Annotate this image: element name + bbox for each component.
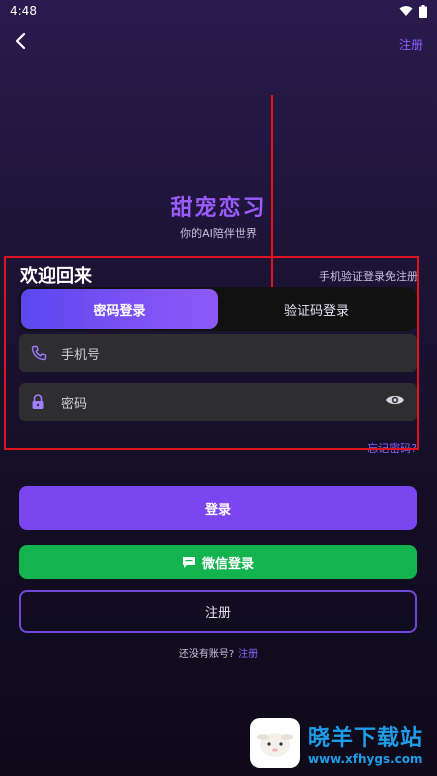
forgot-password-link[interactable]: 忘记密码?	[367, 440, 417, 456]
header-register-link[interactable]: 注册	[399, 36, 423, 53]
status-bar: 4:48	[0, 0, 437, 22]
battery-icon	[419, 4, 427, 18]
tab-code-login[interactable]: 验证码登录	[218, 289, 415, 329]
wechat-login-button[interactable]: 微信登录	[19, 545, 417, 579]
no-account-prompt: 还没有账号? 注册	[0, 645, 437, 660]
lock-icon	[31, 394, 51, 410]
phone-placeholder: 手机号	[61, 347, 101, 363]
wifi-icon	[399, 6, 413, 16]
footer-register-link[interactable]: 注册	[238, 649, 258, 660]
status-time: 4:48	[10, 4, 37, 18]
eye-icon[interactable]	[385, 393, 405, 411]
chevron-left-icon	[15, 32, 26, 50]
watermark-name: 晓羊下载站	[308, 726, 424, 751]
welcome-heading: 欢迎回来	[20, 266, 92, 287]
phone-icon	[31, 345, 51, 361]
back-button[interactable]	[14, 30, 34, 52]
watermark-url: www.xfhygs.com	[308, 752, 423, 766]
wechat-login-label: 微信登录	[201, 556, 254, 572]
watermark: 晓羊下载站 www.xfhygs.com	[250, 718, 423, 768]
phone-field[interactable]: 手机号	[19, 334, 417, 372]
app-title: 甜宠恋习	[170, 196, 267, 221]
tab-password-login[interactable]: 密码登录	[21, 289, 218, 329]
register-button[interactable]: 注册	[19, 590, 417, 633]
password-field[interactable]: 密码	[19, 383, 417, 421]
login-button[interactable]: 登录	[19, 486, 417, 530]
chat-bubble-icon	[182, 556, 195, 568]
login-mode-tabs: 密码登录 验证码登录	[19, 287, 417, 331]
no-account-text: 还没有账号?	[178, 649, 235, 660]
app-subtitle: 你的AI陪伴世界	[180, 227, 257, 240]
sms-login-hint[interactable]: 手机验证登录免注册	[319, 268, 418, 284]
status-icons	[399, 4, 427, 18]
password-placeholder: 密码	[61, 396, 88, 412]
watermark-logo	[250, 718, 300, 768]
